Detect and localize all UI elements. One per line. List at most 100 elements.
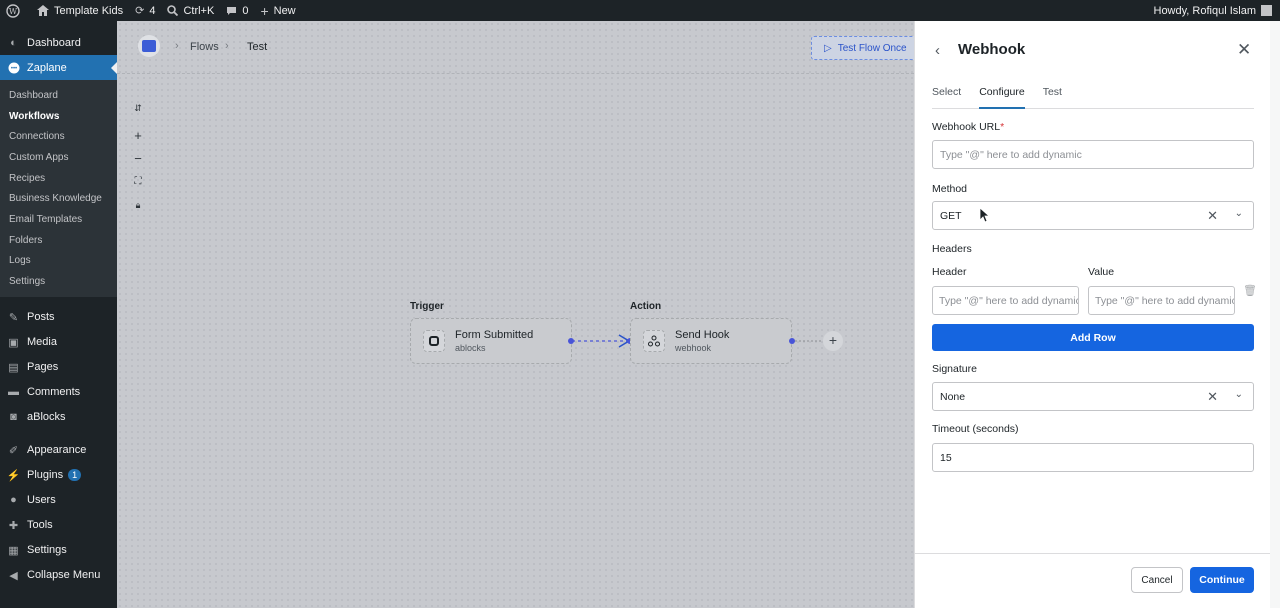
- zoom-in-icon[interactable]: +: [131, 129, 145, 143]
- settings-icon: ▦: [8, 544, 19, 557]
- sidebar-item-label: Collapse Menu: [27, 569, 101, 582]
- tab-select[interactable]: Select: [932, 81, 961, 109]
- chevron-down-icon[interactable]: ⌄: [1235, 389, 1243, 400]
- signature-select[interactable]: None ✕ ⌄: [932, 382, 1254, 411]
- method-value: GET: [940, 209, 962, 222]
- close-icon[interactable]: ✕: [1237, 40, 1251, 60]
- sidebar-item-label: Posts: [27, 311, 55, 324]
- test-flow-once-button[interactable]: ▷ Test Flow Once: [811, 36, 914, 60]
- trash-icon[interactable]: 🗑︎: [1243, 284, 1257, 297]
- sidebar-item-users[interactable]: ● Users: [0, 488, 117, 513]
- clear-icon[interactable]: ✕: [1207, 208, 1218, 224]
- sidebar-item-media[interactable]: ▣ Media: [0, 330, 117, 355]
- ablocks-icon: [423, 330, 445, 352]
- breadcrumb-separator-icon: ›: [225, 40, 229, 52]
- header-key-input[interactable]: Type "@" here to add dynamic: [932, 286, 1079, 315]
- comments-link[interactable]: 0: [220, 0, 254, 21]
- trigger-label: Trigger: [410, 301, 444, 312]
- sort-icon[interactable]: ⇵: [131, 101, 145, 115]
- updates-count: 4: [149, 4, 156, 17]
- zaplane-icon: •••: [7, 61, 20, 74]
- sidebar-item-comments[interactable]: ▬ Comments: [0, 380, 117, 405]
- timeout-input[interactable]: 15: [932, 443, 1254, 472]
- search-shortcut[interactable]: Ctrl+K: [161, 0, 220, 21]
- submenu-item-business-knowledge[interactable]: Business Knowledge: [0, 188, 117, 209]
- zaplane-logo-icon[interactable]: [138, 35, 160, 57]
- sidebar-item-ablocks[interactable]: ◙ aBlocks: [0, 405, 117, 430]
- panel-tabs: Select Configure Test: [932, 81, 1254, 109]
- comment-icon: [227, 6, 237, 15]
- updates-link[interactable]: ⟳ 4: [129, 0, 161, 21]
- submenu-item-settings[interactable]: Settings: [0, 271, 117, 292]
- sidebar-item-dashboard[interactable]: ◐ Dashboard: [0, 30, 117, 55]
- submenu-item-recipes[interactable]: Recipes: [0, 168, 117, 189]
- plugin-icon: ⚡: [6, 469, 21, 482]
- page-scrollbar[interactable]: [1270, 21, 1280, 608]
- sidebar-item-label: Settings: [27, 544, 67, 557]
- header-value-input[interactable]: Type "@" here to add dynamic: [1088, 286, 1235, 315]
- sidebar-item-label: Appearance: [27, 444, 87, 457]
- add-row-button[interactable]: Add Row: [932, 324, 1254, 351]
- submenu-item-logs[interactable]: Logs: [0, 251, 117, 272]
- plus-icon: +: [260, 2, 269, 19]
- sidebar-item-plugins[interactable]: ⚡ Plugins 1: [0, 463, 117, 488]
- pin-icon: ✎: [8, 311, 19, 324]
- new-content-link[interactable]: + New: [254, 0, 301, 21]
- trigger-node[interactable]: Form Submitted ablocks: [410, 318, 572, 364]
- lock-icon[interactable]: 🔒︎: [131, 198, 145, 212]
- sidebar-item-posts[interactable]: ✎ Posts: [0, 305, 117, 330]
- sidebar-item-zaplane[interactable]: ••• Zaplane: [0, 55, 117, 80]
- zaplane-submenu: Dashboard Workflows Connections Custom A…: [0, 80, 117, 297]
- action-label: Action: [630, 301, 662, 312]
- submenu-item-workflows[interactable]: Workflows: [0, 106, 117, 127]
- action-node[interactable]: Send Hook webhook: [630, 318, 792, 364]
- wordpress-logo-icon[interactable]: W: [0, 0, 31, 21]
- required-mark: *: [1000, 121, 1005, 133]
- submenu-item-dashboard[interactable]: Dashboard: [0, 85, 117, 106]
- workflow-canvas[interactable]: › Flows › Test ▷ Test Flow Once ⇵ + − ⛶ …: [117, 21, 914, 608]
- trigger-output-handle[interactable]: [568, 338, 574, 344]
- panel-footer: Cancel Continue: [915, 553, 1271, 608]
- comments-count: 0: [242, 4, 249, 17]
- back-arrow-icon[interactable]: ‹: [935, 42, 940, 59]
- webhook-url-input[interactable]: Type "@" here to add dynamic: [932, 140, 1254, 169]
- mouse-cursor-icon: [979, 207, 991, 223]
- submenu-item-custom-apps[interactable]: Custom Apps: [0, 147, 117, 168]
- pages-icon: ▤: [8, 361, 19, 374]
- action-node-title: Send Hook: [675, 329, 730, 341]
- collapse-menu-button[interactable]: ◀ Collapse Menu: [0, 563, 117, 588]
- add-step-button[interactable]: +: [823, 331, 843, 351]
- submenu-item-connections[interactable]: Connections: [0, 126, 117, 147]
- clear-icon[interactable]: ✕: [1207, 389, 1218, 405]
- account-menu[interactable]: Howdy, Rofiqul Islam: [1154, 5, 1280, 17]
- fit-view-icon[interactable]: ⛶: [131, 175, 145, 189]
- site-name-link[interactable]: Template Kids: [31, 0, 129, 21]
- tab-configure[interactable]: Configure: [979, 81, 1025, 109]
- search-shortcut-label: Ctrl+K: [183, 4, 215, 17]
- canvas-topbar: › Flows › Test ▷ Test Flow Once: [117, 21, 914, 74]
- sidebar-item-tools[interactable]: ✚ Tools: [0, 513, 117, 538]
- chevron-down-icon[interactable]: ⌄: [1235, 208, 1243, 219]
- admin-sidebar: ◐ Dashboard ••• Zaplane Dashboard Workfl…: [0, 21, 117, 608]
- sidebar-item-label: Comments: [27, 386, 81, 399]
- submenu-item-email-templates[interactable]: Email Templates: [0, 209, 117, 230]
- cancel-button[interactable]: Cancel: [1131, 567, 1183, 593]
- sidebar-item-settings[interactable]: ▦ Settings: [0, 538, 117, 563]
- sidebar-item-appearance[interactable]: ✐ Appearance: [0, 438, 117, 463]
- paintbrush-icon: ✐: [8, 444, 19, 457]
- zoom-out-icon[interactable]: −: [131, 152, 145, 166]
- sidebar-item-label: Media: [27, 336, 57, 349]
- action-node-subtitle: webhook: [675, 343, 712, 353]
- submenu-item-folders[interactable]: Folders: [0, 230, 117, 251]
- tab-test[interactable]: Test: [1043, 81, 1062, 109]
- breadcrumb-flows[interactable]: Flows: [190, 41, 219, 53]
- breadcrumb-separator-icon: ›: [175, 40, 179, 52]
- headers-label: Headers: [932, 243, 972, 255]
- trigger-node-title: Form Submitted: [455, 329, 534, 341]
- continue-button[interactable]: Continue: [1190, 567, 1254, 593]
- sidebar-item-label: Plugins: [27, 469, 64, 482]
- add-connector-edge: [795, 340, 821, 342]
- sidebar-item-pages[interactable]: ▤ Pages: [0, 355, 117, 380]
- signature-label: Signature: [932, 363, 977, 375]
- webhook-config-panel: ‹ Webhook ✕ Select Configure Test Webhoo…: [914, 21, 1271, 608]
